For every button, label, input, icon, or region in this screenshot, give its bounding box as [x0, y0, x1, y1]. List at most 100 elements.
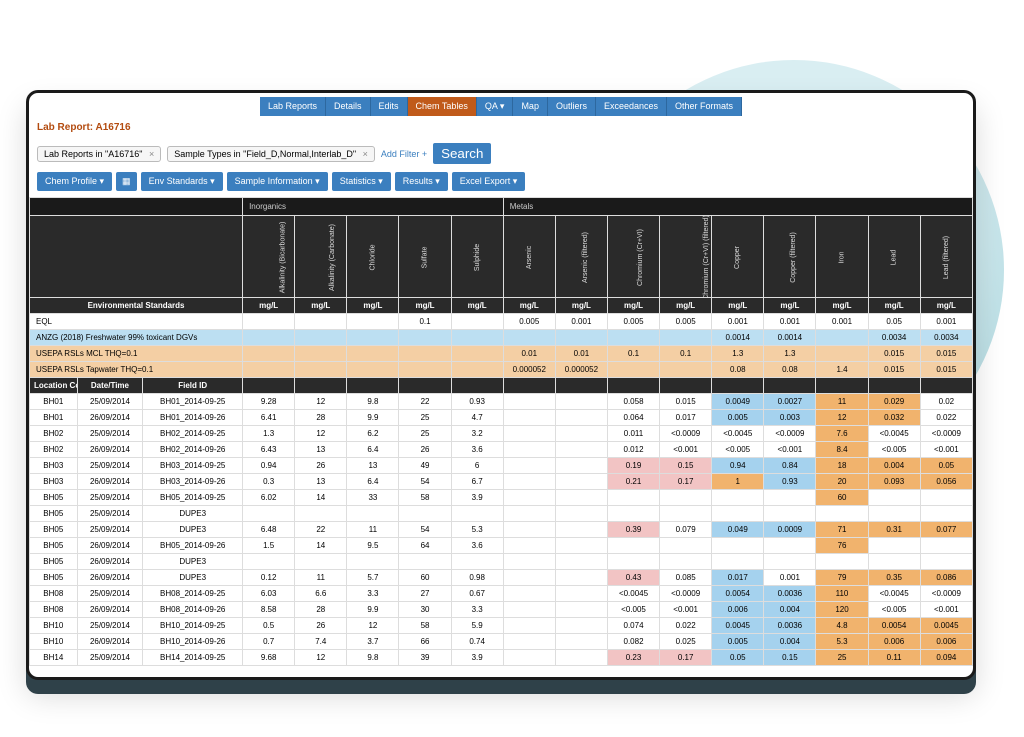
table-row[interactable]: BH0226/09/2014BH02_2014-09-266.43136.426… — [30, 442, 973, 458]
value-cell — [503, 474, 555, 490]
add-filter-link[interactable]: Add Filter + — [381, 149, 427, 159]
value-cell: 0.012 — [607, 442, 659, 458]
table-row[interactable]: BH0126/09/2014BH01_2014-09-266.41289.925… — [30, 410, 973, 426]
field-id-cell: DUPE3 — [143, 570, 243, 586]
table-row[interactable]: BH1026/09/2014BH10_2014-09-260.77.43.766… — [30, 634, 973, 650]
nav-other-formats[interactable]: Other Formats — [667, 97, 742, 116]
view-grid-button[interactable]: ▦ — [116, 172, 137, 191]
column-header[interactable]: Copper — [712, 216, 764, 298]
value-cell: 0.5 — [243, 618, 295, 634]
value-cell — [555, 554, 607, 570]
table-row[interactable]: BH0525/09/2014DUPE36.482211545.30.390.07… — [30, 522, 973, 538]
value-cell: 0.093 — [868, 474, 920, 490]
column-header[interactable]: Copper (filtered) — [764, 216, 816, 298]
value-cell: 0.005 — [712, 410, 764, 426]
value-cell: <0.001 — [660, 602, 712, 618]
value-cell: 0.079 — [660, 522, 712, 538]
value-cell: 9.8 — [347, 650, 399, 666]
nav-details[interactable]: Details — [326, 97, 371, 116]
column-header[interactable]: Chromium (Cr+VI) — [607, 216, 659, 298]
data-column-header[interactable]: Location Code — [30, 378, 78, 394]
standard-value — [295, 314, 347, 330]
nav-edits[interactable]: Edits — [371, 97, 408, 116]
column-header[interactable]: Lead (filtered) — [920, 216, 972, 298]
statistics-dropdown[interactable]: Statistics ▾ — [332, 172, 391, 191]
excel-export-dropdown[interactable]: Excel Export ▾ — [452, 172, 526, 191]
standard-row-label: EQL — [30, 314, 243, 330]
field-id-cell: BH01_2014-09-26 — [143, 410, 243, 426]
table-row[interactable]: BH0125/09/2014BH01_2014-09-259.28129.822… — [30, 394, 973, 410]
value-cell: 6.4 — [347, 442, 399, 458]
value-cell — [503, 586, 555, 602]
value-cell — [816, 506, 868, 522]
column-header[interactable]: Arsenic — [503, 216, 555, 298]
filter-chip-sample-types[interactable]: Sample Types in "Field_D,Normal,Interlab… — [167, 146, 375, 162]
table-row[interactable]: BH0526/09/2014BH05_2014-09-261.5149.5643… — [30, 538, 973, 554]
value-cell — [503, 458, 555, 474]
location-cell: BH14 — [30, 650, 78, 666]
value-cell — [555, 474, 607, 490]
results-dropdown[interactable]: Results ▾ — [395, 172, 448, 191]
data-grid-scroll[interactable]: InorganicsMetalsAlkalinity (Bicarbonate)… — [29, 197, 973, 677]
value-cell: 120 — [816, 602, 868, 618]
value-cell — [243, 506, 295, 522]
field-id-cell: BH10_2014-09-26 — [143, 634, 243, 650]
table-row[interactable]: BH0526/09/2014DUPE3 — [30, 554, 973, 570]
value-cell: 0.082 — [607, 634, 659, 650]
value-cell — [399, 506, 451, 522]
table-row[interactable]: BH0525/09/2014DUPE3 — [30, 506, 973, 522]
nav-exceedances[interactable]: Exceedances — [596, 97, 667, 116]
table-row[interactable]: BH0225/09/2014BH02_2014-09-251.3126.2253… — [30, 426, 973, 442]
value-cell — [295, 506, 347, 522]
column-header[interactable]: Alkalinity (Bicarbonate) — [243, 216, 295, 298]
table-row[interactable]: BH0326/09/2014BH03_2014-09-260.3136.4546… — [30, 474, 973, 490]
value-cell — [503, 634, 555, 650]
nav-map[interactable]: Map — [513, 97, 548, 116]
value-cell: 0.19 — [607, 458, 659, 474]
data-column-header[interactable]: Date/Time — [77, 378, 143, 394]
column-header[interactable]: Sulfate — [399, 216, 451, 298]
sample-info-dropdown[interactable]: Sample Information ▾ — [227, 172, 328, 191]
column-header[interactable]: Arsenic (filtered) — [555, 216, 607, 298]
location-cell: BH01 — [30, 394, 78, 410]
value-cell — [503, 570, 555, 586]
column-header[interactable]: Sulphide — [451, 216, 503, 298]
table-row[interactable]: BH0525/09/2014BH05_2014-09-256.021433583… — [30, 490, 973, 506]
chem-profile-dropdown[interactable]: Chem Profile ▾ — [37, 172, 112, 191]
field-id-cell: DUPE3 — [143, 554, 243, 570]
field-id-cell: BH01_2014-09-25 — [143, 394, 243, 410]
env-standards-dropdown[interactable]: Env Standards ▾ — [141, 172, 223, 191]
column-header[interactable]: Chloride — [347, 216, 399, 298]
standard-value — [451, 362, 503, 378]
column-header[interactable]: Iron — [816, 216, 868, 298]
data-column-header[interactable]: Field ID — [143, 378, 243, 394]
standard-value: 0.001 — [555, 314, 607, 330]
value-cell: <0.005 — [868, 442, 920, 458]
nav-lab-reports[interactable]: Lab Reports — [260, 97, 326, 116]
value-cell: 0.43 — [607, 570, 659, 586]
column-header[interactable]: Chromium (Cr+VI) (filtered) — [660, 216, 712, 298]
close-icon[interactable]: × — [363, 149, 368, 159]
column-header[interactable]: Alkalinity (Carbonate) — [295, 216, 347, 298]
filter-chip-lab-reports[interactable]: Lab Reports in "A16716" × — [37, 146, 161, 162]
location-cell: BH03 — [30, 458, 78, 474]
table-row[interactable]: BH0826/09/2014BH08_2014-09-268.58289.930… — [30, 602, 973, 618]
app-frame: Lab ReportsDetailsEditsChem TablesQA ▾Ma… — [26, 90, 976, 680]
nav-qa-[interactable]: QA ▾ — [477, 97, 514, 116]
table-row[interactable]: BH0325/09/2014BH03_2014-09-250.942613496… — [30, 458, 973, 474]
value-cell: 0.025 — [660, 634, 712, 650]
column-header[interactable]: Lead — [868, 216, 920, 298]
table-row[interactable]: BH0825/09/2014BH08_2014-09-256.036.63.32… — [30, 586, 973, 602]
close-icon[interactable]: × — [149, 149, 154, 159]
table-row[interactable]: BH1025/09/2014BH10_2014-09-250.52612585.… — [30, 618, 973, 634]
value-cell — [920, 538, 972, 554]
nav-chem-tables[interactable]: Chem Tables — [408, 97, 477, 116]
search-button[interactable]: Search — [433, 143, 491, 164]
table-row[interactable]: BH0526/09/2014DUPE30.12115.7600.980.430.… — [30, 570, 973, 586]
value-cell: 0.056 — [920, 474, 972, 490]
nav-outliers[interactable]: Outliers — [548, 97, 596, 116]
table-row[interactable]: BH1425/09/2014BH14_2014-09-259.68129.839… — [30, 650, 973, 666]
location-cell: BH05 — [30, 570, 78, 586]
value-cell — [555, 410, 607, 426]
value-cell: 0.0027 — [764, 394, 816, 410]
